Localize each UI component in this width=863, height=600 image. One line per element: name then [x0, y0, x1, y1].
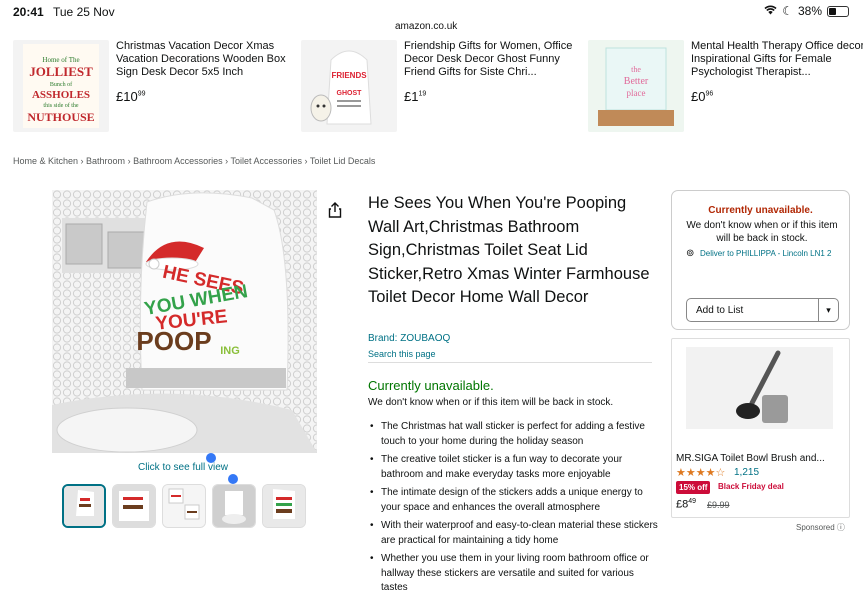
- svg-text:JOLLIEST: JOLLIEST: [29, 64, 93, 79]
- wifi-icon: [764, 4, 777, 18]
- strip-product-title[interactable]: Mental Health Therapy Office decor, Insp…: [691, 40, 863, 79]
- battery-icon: [827, 5, 849, 17]
- svg-text:Bunch of: Bunch of: [50, 81, 72, 88]
- strip-product-price: £1099: [116, 89, 146, 104]
- share-icon[interactable]: [328, 202, 342, 221]
- breadcrumb: Home & Kitchen › Bathroom › Bathroom Acc…: [13, 156, 376, 166]
- chevron-down-icon[interactable]: ▾: [818, 299, 838, 321]
- sponsored-product-image[interactable]: [686, 347, 833, 429]
- divider: [368, 362, 652, 363]
- availability-status: Currently unavailable.: [368, 378, 494, 393]
- svg-text:Home of The: Home of The: [42, 56, 79, 64]
- sticker-line-5: ING: [220, 345, 240, 357]
- thumbnail-2[interactable]: [112, 484, 156, 528]
- sticker-line-4: POOP: [136, 326, 211, 356]
- feature-bullets: The Christmas hat wall sticker is perfec…: [368, 420, 658, 600]
- feature-bullet: The creative toilet sticker is a fun way…: [368, 453, 658, 482]
- buy-box: Currently unavailable. We don't know whe…: [671, 190, 850, 330]
- star-rating[interactable]: ★★★★☆: [676, 466, 725, 479]
- battery-percent: 38%: [797, 4, 822, 18]
- svg-text:NUTHOUSE: NUTHOUSE: [27, 110, 94, 124]
- deliver-to-label[interactable]: Deliver to PHILLIPPA - Lincoln LN1 2: [700, 249, 831, 258]
- location-pin-icon: ⊚: [686, 248, 695, 259]
- strip-product-title[interactable]: Christmas Vacation Decor Xmas Vacation D…: [116, 40, 296, 79]
- strip-product-title[interactable]: Friendship Gifts for Women, Office Decor…: [404, 40, 584, 79]
- sponsored-product-title[interactable]: MR.SIGA Toilet Bowl Brush and...: [676, 453, 825, 464]
- status-bar: 20:41 Tue 25 Nov ☾ 38%: [0, 0, 863, 22]
- svg-text:FRIENDS: FRIENDS: [331, 71, 367, 80]
- thumbnail-5[interactable]: [262, 484, 306, 528]
- strip-product-price: £119: [404, 89, 427, 104]
- feature-bullet: Whether you use them in your living room…: [368, 552, 658, 596]
- product-thumbnail[interactable]: FRIENDS GHOST: [301, 40, 397, 132]
- svg-text:this side of the: this side of the: [43, 102, 78, 109]
- buybox-unavailable: Currently unavailable.: [708, 205, 813, 216]
- svg-text:place: place: [627, 88, 646, 98]
- product-title: He Sees You When You're Pooping Wall Art…: [368, 194, 650, 306]
- product-thumbnail[interactable]: Home of The JOLLIEST Bunch of ASSHOLES t…: [13, 40, 109, 132]
- status-right: ☾ 38%: [764, 4, 849, 18]
- image-thumbnails: [62, 484, 306, 528]
- selection-handle[interactable]: [206, 453, 216, 463]
- svg-text:the: the: [631, 65, 641, 74]
- breadcrumb-item[interactable]: Bathroom: [86, 156, 125, 166]
- deliver-to-link[interactable]: ⊚ Deliver to PHILLIPPA - Lincoln LN1 2: [686, 248, 836, 259]
- strip-product-price: £096: [691, 89, 714, 104]
- search-this-page-link[interactable]: Search this page: [368, 349, 436, 359]
- svg-text:ASSHOLES: ASSHOLES: [32, 89, 90, 101]
- selection-handle[interactable]: [228, 474, 238, 484]
- thumbnail-3[interactable]: [162, 484, 206, 528]
- deal-label: Black Friday deal: [718, 482, 784, 491]
- sponsored-label[interactable]: Sponsored ⓘ: [796, 522, 845, 533]
- related-products-strip: Home of The JOLLIEST Bunch of ASSHOLES t…: [0, 30, 863, 140]
- feature-bullet: The intimate design of the stickers adds…: [368, 486, 658, 515]
- main-product-image[interactable]: HE SEES YOU WHEN YOU'RE POOP ING: [52, 190, 317, 453]
- add-to-list-label[interactable]: Add to List: [696, 305, 743, 316]
- rating-count[interactable]: 1,215: [734, 467, 759, 478]
- svg-text:Better: Better: [624, 76, 649, 87]
- sponsored-product-card[interactable]: MR.SIGA Toilet Bowl Brush and... ★★★★☆ 1…: [671, 338, 850, 518]
- breadcrumb-item[interactable]: Bathroom Accessories: [133, 156, 223, 166]
- buybox-availability-note: We don't know when or if this item will …: [686, 220, 838, 244]
- product-thumbnail[interactable]: the Better place: [588, 40, 684, 132]
- feature-bullet: With their waterproof and easy-to-clean …: [368, 519, 658, 548]
- svg-text:GHOST: GHOST: [337, 90, 363, 97]
- sponsored-old-price: £9.99: [707, 500, 730, 510]
- status-time: 20:41: [13, 5, 44, 19]
- add-to-list-button[interactable]: Add to List ▾: [686, 298, 839, 322]
- thumbnail-4[interactable]: [212, 484, 256, 528]
- status-date: Tue 25 Nov: [53, 5, 115, 19]
- full-view-link[interactable]: Click to see full view: [138, 462, 228, 473]
- availability-note: We don't know when or if this item will …: [368, 397, 614, 408]
- breadcrumb-item[interactable]: Toilet Accessories: [230, 156, 302, 166]
- sponsored-price: £849: [676, 498, 697, 511]
- breadcrumb-item[interactable]: Toilet Lid Decals: [310, 156, 376, 166]
- breadcrumb-item[interactable]: Home & Kitchen: [13, 156, 78, 166]
- discount-badge: 15% off: [676, 481, 711, 494]
- brand-link[interactable]: Brand: ZOUBAOQ: [368, 333, 450, 344]
- thumbnail-1[interactable]: [62, 484, 106, 528]
- feature-bullet: The Christmas hat wall sticker is perfec…: [368, 420, 658, 449]
- moon-icon: ☾: [782, 4, 793, 18]
